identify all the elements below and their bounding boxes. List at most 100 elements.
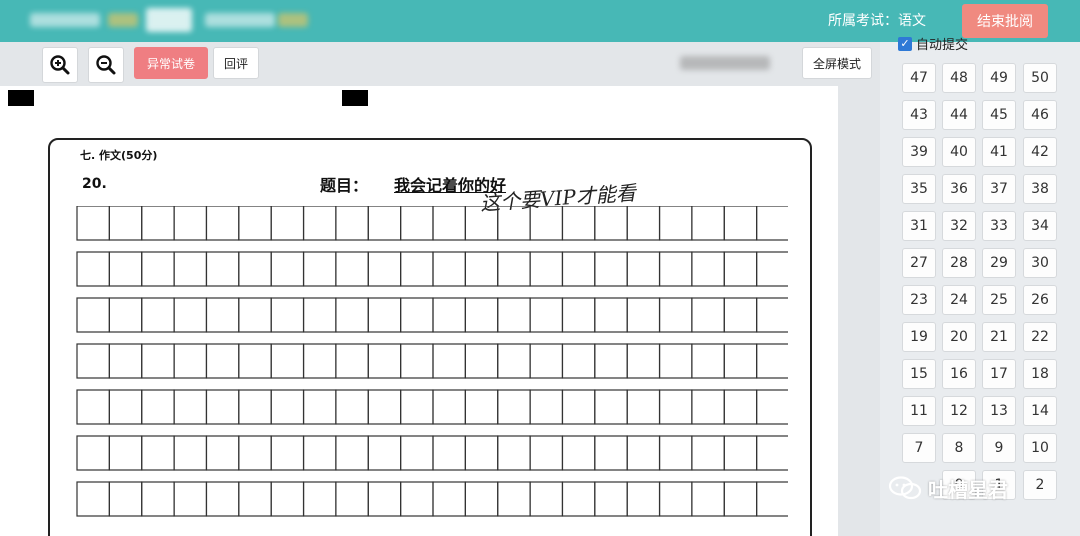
exam-subject: 所属考试：语文 [828,13,926,29]
grid-cell [76,297,110,333]
blurred-exam-tag [108,13,138,27]
fullscreen-mode-button[interactable]: 全屏模式 [802,47,872,79]
re-review-button[interactable]: 回评 [213,47,259,79]
score-button-30[interactable]: 30 [1023,248,1057,278]
score-button-33[interactable]: 33 [982,211,1016,241]
grid-cell [400,251,434,287]
score-button-32[interactable]: 32 [942,211,976,241]
grid-cell [302,343,337,379]
grid-cell [400,435,434,471]
score-button-14[interactable]: 14 [1023,396,1057,426]
zoom-out-button[interactable] [88,47,124,83]
score-button-37[interactable]: 37 [982,174,1016,204]
score-button-16[interactable]: 16 [942,359,976,389]
grid-cell [238,206,272,241]
score-button-23[interactable]: 23 [902,285,936,315]
grid-cell [691,251,725,287]
score-button-29[interactable]: 29 [982,248,1016,278]
score-button-45[interactable]: 45 [982,100,1016,130]
grid-cell [594,206,628,241]
grid-cell [594,435,628,471]
score-button-12[interactable]: 12 [942,396,976,426]
score-button-35[interactable]: 35 [902,174,936,204]
score-button-9[interactable]: 9 [982,433,1016,463]
blurred-exam-name [30,13,100,27]
grid-cell [594,297,628,333]
grid-cell [173,389,208,425]
score-button-46[interactable]: 46 [1023,100,1057,130]
score-button-10[interactable]: 10 [1023,433,1057,463]
grid-cell [302,389,337,425]
blurred-school-tag [278,13,308,27]
score-button-21[interactable]: 21 [982,322,1016,352]
grid-cell [529,343,564,379]
answer-sheet: 七. 作文(50分) 20. 题目： 我会记着你的好 这个要VIP才能看 [0,86,838,536]
toolbar: 异常试卷 回评 全屏模式 [0,42,880,86]
score-button-42[interactable]: 42 [1023,137,1057,167]
score-button-13[interactable]: 13 [982,396,1016,426]
grid-cell [432,206,466,241]
grid-cell [561,481,596,517]
score-panel: ✓ 自动提交 47 48 49 50 43 44 45 46 39 40 41 42 35 36 37 38 3… [880,37,1080,536]
score-button-41[interactable]: 41 [982,137,1016,167]
score-button-27[interactable]: 27 [902,248,936,278]
grid-cell [691,297,725,333]
grid-cell [141,343,175,379]
grid-cell [464,343,499,379]
grid-cell [270,343,305,379]
grid-cell [108,435,143,471]
blurred-grader-info [680,56,770,70]
grid-cell [626,389,661,425]
score-button-48[interactable]: 48 [942,63,976,93]
score-button-19[interactable]: 19 [902,322,936,352]
score-button-8[interactable]: 8 [942,433,976,463]
score-button-15[interactable]: 15 [902,359,936,389]
auto-submit-checkbox[interactable]: ✓ [898,37,912,51]
grid-cell [497,206,531,241]
zoom-in-button[interactable] [42,47,78,83]
score-button-36[interactable]: 36 [942,174,976,204]
score-button-43[interactable]: 43 [902,100,936,130]
score-button-47[interactable]: 47 [902,63,936,93]
grid-cell [561,206,596,241]
grid-cell [400,206,434,241]
grid-cell [658,251,693,287]
score-button-26[interactable]: 26 [1023,285,1057,315]
score-button-39[interactable]: 39 [902,137,936,167]
score-button-50[interactable]: 50 [1023,63,1057,93]
score-button-11[interactable]: 11 [902,396,936,426]
grid-cell [723,251,758,287]
grid-cell [432,343,466,379]
grid-cell [561,251,596,287]
grid-cell [335,435,369,471]
grid-cell [205,206,240,241]
end-grading-button[interactable]: 结束批阅 [962,4,1048,38]
score-button-34[interactable]: 34 [1023,211,1057,241]
topic-label: 题目： [320,176,369,195]
grid-cell [691,435,725,471]
grid-cell [497,343,531,379]
grid-cell [594,343,628,379]
grid-cell [205,251,240,287]
score-button-38[interactable]: 38 [1023,174,1057,204]
score-button-44[interactable]: 44 [942,100,976,130]
grid-cell [626,251,661,287]
score-button-28[interactable]: 28 [942,248,976,278]
grid-cell [529,389,564,425]
grid-cell [76,389,110,425]
score-button-7[interactable]: 7 [902,433,936,463]
score-button-17[interactable]: 17 [982,359,1016,389]
score-button-31[interactable]: 31 [902,211,936,241]
score-button-49[interactable]: 49 [982,63,1016,93]
score-button-22[interactable]: 22 [1023,322,1057,352]
watermark-text: 吐槽星君 [928,477,1008,502]
grid-cell [270,251,305,287]
score-button-24[interactable]: 24 [942,285,976,315]
grid-cell [497,481,531,517]
grid-cell [335,251,369,287]
score-button-40[interactable]: 40 [942,137,976,167]
abnormal-paper-button[interactable]: 异常试卷 [134,47,208,79]
score-button-20[interactable]: 20 [942,322,976,352]
score-button-25[interactable]: 25 [982,285,1016,315]
score-button-18[interactable]: 18 [1023,359,1057,389]
